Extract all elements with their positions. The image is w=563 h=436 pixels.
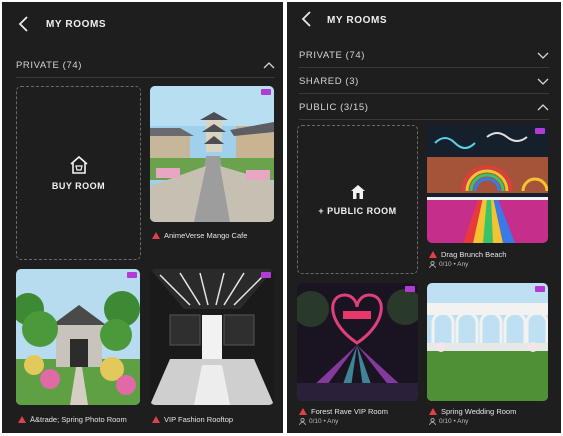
- room-name: AnimeVerse Mango Cafe: [164, 231, 248, 240]
- room-image-spring-garden: [16, 269, 140, 405]
- premium-badge: [405, 286, 415, 292]
- warning-icon: [299, 408, 307, 415]
- premium-badge: [261, 89, 271, 95]
- room-meta: 0/10 • Any: [299, 418, 338, 425]
- room-caption: Ā&trade; Spring Photo Room: [18, 415, 127, 424]
- person-icon: [429, 261, 436, 268]
- room-caption: Forest Rave VIP Room: [299, 407, 388, 416]
- room-name: Ā&trade; Spring Photo Room: [30, 415, 127, 424]
- room-image-japanese-street: [150, 86, 274, 222]
- warning-icon: [429, 408, 437, 415]
- room-occupancy: 0/10 • Any: [309, 418, 339, 425]
- back-arrow-icon[interactable]: [16, 15, 32, 33]
- room-caption: VIP Fashion Rooftop: [152, 415, 233, 424]
- warning-icon: [18, 416, 26, 423]
- room-occupancy: 0/10 • Any: [439, 261, 469, 268]
- add-public-room-label: + PUBLIC ROOM: [318, 205, 397, 216]
- section-shared[interactable]: SHARED (3): [299, 69, 549, 94]
- room-image-rainbow-stage: [427, 125, 548, 243]
- left-screen: MY ROOMS PRIVATE (74) BUY ROOM AnimeVers…: [2, 2, 283, 433]
- premium-badge: [535, 286, 545, 292]
- section-label: SHARED (3): [299, 75, 359, 87]
- person-icon: [429, 418, 436, 425]
- warning-icon: [152, 232, 160, 239]
- room-name: Spring Wedding Room: [441, 407, 517, 416]
- room-name: Forest Rave VIP Room: [311, 407, 388, 416]
- section-label: PUBLIC (3/15): [299, 101, 369, 113]
- person-icon: [299, 418, 306, 425]
- room-thumbnail[interactable]: [427, 283, 548, 401]
- room-caption: Drag Brunch Beach: [429, 250, 506, 259]
- room-meta: 0/10 • Any: [429, 261, 468, 268]
- room-caption: Spring Wedding Room: [429, 407, 516, 416]
- warning-icon: [152, 416, 160, 423]
- page-title: MY ROOMS: [46, 19, 107, 30]
- chevron-up-icon: [263, 62, 275, 69]
- room-image-wedding-garden: [427, 283, 548, 401]
- section-label: PRIVATE (74): [299, 49, 365, 61]
- chevron-up-icon: [537, 104, 549, 111]
- room-thumbnail[interactable]: [427, 125, 548, 243]
- room-image-forest-rave: [297, 283, 418, 401]
- page-title: MY ROOMS: [327, 15, 388, 26]
- section-private[interactable]: PRIVATE (74): [16, 53, 275, 78]
- chevron-down-icon: [537, 78, 549, 85]
- right-screen: MY ROOMS PRIVATE (74) SHARED (3) PUBLIC …: [287, 2, 561, 433]
- room-thumbnail[interactable]: [150, 86, 274, 222]
- room-caption: AnimeVerse Mango Cafe: [152, 231, 247, 240]
- home-icon: [350, 184, 365, 199]
- section-label: PRIVATE (74): [16, 59, 82, 71]
- back-arrow-icon[interactable]: [299, 10, 315, 28]
- room-occupancy: 0/10 • Any: [439, 418, 469, 425]
- premium-badge: [535, 128, 545, 134]
- premium-badge: [127, 272, 137, 278]
- warning-icon: [429, 251, 437, 258]
- room-thumbnail[interactable]: [16, 269, 140, 405]
- room-thumbnail[interactable]: [297, 283, 418, 401]
- premium-badge: [261, 272, 271, 278]
- room-name: VIP Fashion Rooftop: [164, 415, 234, 424]
- chevron-down-icon: [537, 52, 549, 59]
- buy-room-button[interactable]: BUY ROOM: [16, 86, 141, 260]
- top-bar: MY ROOMS: [2, 2, 283, 46]
- section-private[interactable]: PRIVATE (74): [299, 43, 549, 68]
- add-public-room-button[interactable]: + PUBLIC ROOM: [297, 125, 418, 274]
- room-thumbnail[interactable]: [150, 269, 274, 405]
- buy-room-label: BUY ROOM: [51, 181, 106, 191]
- room-meta: 0/10 • Any: [429, 418, 468, 425]
- room-image-fashion-runway: [150, 269, 274, 405]
- store-icon: [69, 155, 88, 174]
- top-bar: MY ROOMS: [287, 2, 561, 46]
- room-name: Drag Brunch Beach: [441, 250, 507, 259]
- section-public[interactable]: PUBLIC (3/15): [299, 95, 549, 120]
